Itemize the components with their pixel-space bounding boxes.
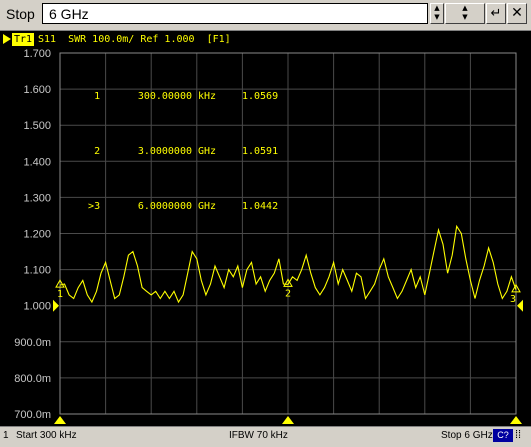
marker-flag-label: 2 <box>285 288 291 299</box>
resize-grip-icon[interactable]: ⁞⁞ <box>515 429 521 441</box>
marker-flag-label: 1 <box>57 289 63 300</box>
stop-frequency-label[interactable]: Stop 6 GHz <box>441 430 493 441</box>
y-tick-label: 800.0m <box>14 373 51 385</box>
y-tick-label: 1.600 <box>23 84 51 96</box>
marker-value: 1.0442 <box>241 201 279 212</box>
marker-number: >3 <box>88 201 101 212</box>
y-tick-label: 1.200 <box>23 229 51 241</box>
channel-status-badge: C? <box>493 429 513 442</box>
marker-number: 1 <box>94 91 101 102</box>
marker-value: 1.0591 <box>241 146 279 157</box>
marker-position-icon[interactable] <box>54 416 66 424</box>
marker-row: >3 6.0000000 GHz 1.0442 <box>62 190 278 223</box>
marker-flag-label: 3 <box>510 294 516 305</box>
y-tick-label: 1.400 <box>23 156 51 168</box>
ifbw-label[interactable]: IFBW 70 kHz <box>229 430 288 441</box>
marker-row: 2 3.0000000 GHz 1.0591 <box>62 135 278 168</box>
status-bar: 1 Start 300 kHz IFBW 70 kHz Stop 6 GHz C… <box>0 426 531 447</box>
y-tick-label: 1.100 <box>23 265 51 277</box>
marker-row: 1 300.00000 kHz 1.0569 <box>62 80 278 113</box>
marker-position-icon[interactable] <box>510 416 522 424</box>
marker-table: 1 300.00000 kHz 1.0569 2 3.0000000 GHz 1.059… <box>62 58 278 234</box>
y-tick-label: 1.000 <box>23 301 51 313</box>
marker-value: 1.0569 <box>241 91 279 102</box>
marker-stimulus: 3.0000000 GHz <box>137 146 217 157</box>
y-tick-label: 700.0m <box>14 409 51 421</box>
y-tick-label: 1.300 <box>23 192 51 204</box>
y-tick-label: 1.500 <box>23 120 51 132</box>
y-tick-label: 1.700 <box>23 48 51 60</box>
y-tick-label: 900.0m <box>14 337 51 349</box>
reference-left-arrow-icon[interactable] <box>53 299 59 312</box>
reference-right-arrow-icon[interactable] <box>517 299 523 312</box>
marker-stimulus: 300.00000 kHz <box>137 91 217 102</box>
start-frequency-label[interactable]: Start 300 kHz <box>16 430 77 441</box>
marker-position-icon[interactable] <box>282 416 294 424</box>
marker-number: 2 <box>94 146 101 157</box>
marker-stimulus: 6.0000000 GHz <box>137 201 217 212</box>
channel-number: 1 <box>3 430 9 441</box>
